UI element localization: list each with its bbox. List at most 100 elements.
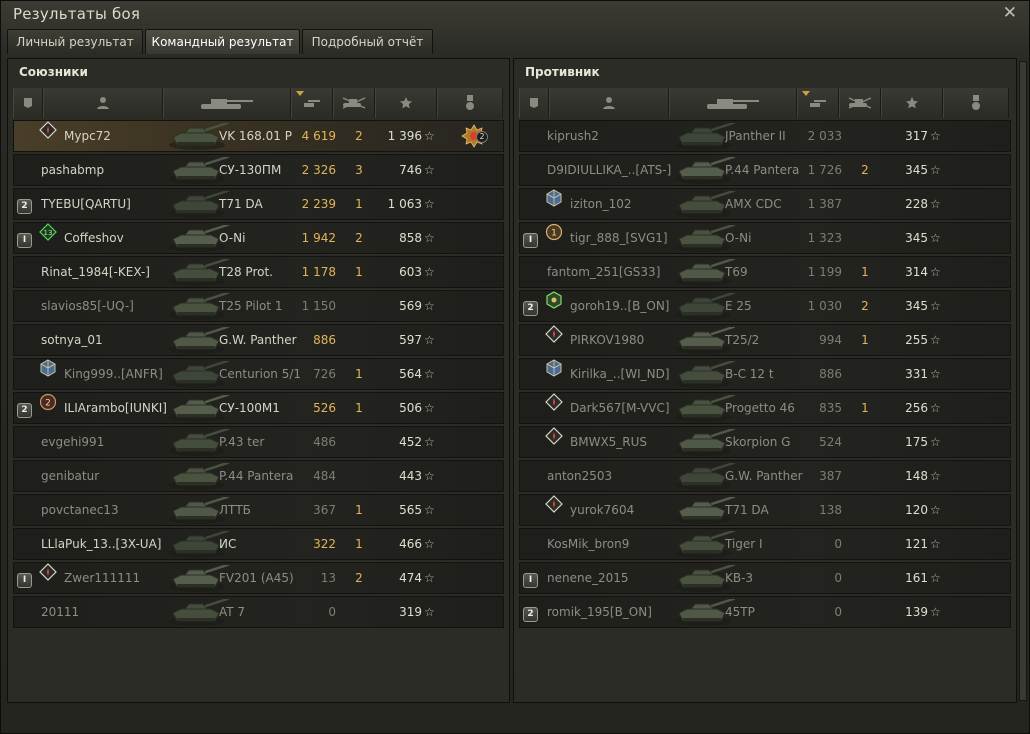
table-row[interactable]: D9IDIULLIKA_..[ATS-] P.44 Pantera 1 726 2 34… (519, 154, 1011, 186)
kills-value (850, 461, 880, 491)
table-row[interactable]: pashabmp СУ-130ПМ 2 326 3 746 ☆ (13, 154, 504, 186)
table-row[interactable]: anton2503 G.W. Panther 387 148 ☆ (519, 460, 1011, 492)
scrollbar[interactable] (1017, 59, 1027, 701)
kills-value: 1 (355, 503, 363, 517)
kills-value: 1 (861, 265, 869, 279)
allies-col-damage-icon[interactable] (291, 88, 333, 118)
close-icon[interactable]: ✕ (1003, 3, 1017, 23)
kills-value (344, 427, 374, 457)
allies-col-rank-icon[interactable] (13, 88, 43, 118)
player-name: Dark567[M-VVC] (570, 401, 670, 415)
table-row[interactable]: PIRKOV1980 T25/2 994 1 255 ☆ (519, 324, 1011, 356)
star-icon: ☆ (424, 401, 435, 415)
table-row[interactable]: I Zwer111111 FV201 (A45) 13 2 474 ☆ (13, 562, 504, 594)
player-icon (96, 96, 110, 110)
allies-col-player-icon[interactable] (43, 88, 163, 118)
table-row[interactable]: I 1 tigr_888_[SVG1] O-Ni 1 323 345 ☆ (519, 222, 1011, 254)
rank-badge-cell (17, 291, 35, 321)
enemies-col-player-icon[interactable] (549, 88, 669, 118)
kills-value: 2 (355, 231, 363, 245)
kills-value: 2 (861, 163, 869, 177)
enemies-col-rank-icon[interactable] (519, 88, 549, 118)
damage-value: 994 (819, 333, 842, 347)
table-row[interactable]: kiprush2 JPanther II 2 033 317 ☆ (519, 120, 1011, 152)
enemies-col-kills-icon[interactable] (839, 88, 881, 118)
round1-icon: 1 (545, 223, 567, 253)
table-row[interactable]: 20111 AT 7 0 319 ☆ (13, 596, 504, 628)
table-row[interactable]: Мурс72 VK 168.01 P4 619 2 1 396 ☆ 2 (13, 120, 504, 152)
table-row[interactable]: sotnya_01 G.W. Panther 886 597 ☆ (13, 324, 504, 356)
kills-value: 1 (355, 197, 363, 211)
star-icon: ☆ (930, 299, 941, 313)
medal-icon[interactable]: 2 (461, 121, 491, 151)
table-row[interactable]: KosMik_bron9 Tiger I 0 121 ☆ (519, 528, 1011, 560)
table-row[interactable]: 2 TYEBU[QARTU] T71 DA 2 239 1 1 063 ☆ (13, 188, 504, 220)
scrollbar-thumb[interactable] (1019, 61, 1027, 701)
table-row[interactable]: BMWX5_RUS Skorpion G 524 175 ☆ (519, 426, 1011, 458)
star-icon: ☆ (930, 401, 941, 415)
allies-col-kills-icon[interactable] (333, 88, 375, 118)
damage-value: 1 942 (301, 231, 336, 245)
table-row[interactable]: Dark567[M-VVC] Progetto 46 835 1 256 ☆ (519, 392, 1011, 424)
table-row[interactable]: LLlaPuk_13..[3X-UA] ИС 322 1 466 ☆ (13, 528, 504, 560)
xp-value: 466 (399, 537, 422, 551)
enemies-col-tank-icon[interactable] (669, 88, 797, 118)
table-row[interactable]: 2 goroh19..[B_ON] E 25 1 030 2 345 ☆ (519, 290, 1011, 322)
table-row[interactable]: genibatur P.44 Pantera 484 443 ☆ (13, 460, 504, 492)
star-icon: ☆ (424, 435, 435, 449)
damage-value: 2 239 (301, 197, 336, 211)
player-name: povctanec13 (41, 503, 119, 517)
table-row[interactable]: evgehi991 P.43 ter 486 452 ☆ (13, 426, 504, 458)
rank-badge-cell: I (17, 223, 35, 253)
platoon-badge: 2 (523, 607, 538, 622)
kills-icon (847, 97, 873, 109)
platoon-badge: I (523, 233, 538, 248)
table-row[interactable]: yurok7604 T71 DA 138 120 ☆ (519, 494, 1011, 526)
rank-badge-cell (523, 189, 541, 219)
player-name: sotnya_01 (41, 333, 103, 347)
table-row[interactable]: Rinat_1984[-KEX-] T28 Prot. 1 178 1 603 ☆ (13, 256, 504, 288)
tab-team-result[interactable]: Командный результат (145, 29, 300, 54)
table-row[interactable]: King999..[ANFR] Centurion 5/1 726 1 564 ☆ (13, 358, 504, 390)
player-name: pashabmp (41, 163, 105, 177)
rank-badge-cell (17, 325, 35, 355)
enemies-col-medal-icon[interactable] (943, 88, 1009, 118)
table-row[interactable]: povctanec13 ЛТТБ 367 1 565 ☆ (13, 494, 504, 526)
xp-value: 120 (905, 503, 928, 517)
rank-badge-cell (17, 427, 35, 457)
tank-icon (199, 96, 255, 110)
xp-value: 139 (905, 605, 928, 619)
damage-value: 1 178 (301, 265, 336, 279)
enemies-col-xp-star-icon[interactable] (881, 88, 943, 118)
star-icon: ☆ (930, 231, 941, 245)
allies-col-medal-icon[interactable] (437, 88, 503, 118)
table-row[interactable]: iziton_102 AMX CDC 1 387 228 ☆ (519, 188, 1011, 220)
xp-value: 443 (399, 469, 422, 483)
table-row[interactable]: slavios85[-UQ-] T25 Pilot 11 150 569 ☆ (13, 290, 504, 322)
rank-badge-cell (523, 393, 541, 423)
player-name: KosMik_bron9 (547, 537, 630, 551)
player-name: romik_195[B_ON] (547, 605, 652, 619)
kills-value (344, 325, 374, 355)
damage-value: 1 726 (807, 163, 842, 177)
table-row[interactable]: Inenene_2015 KB-3 0 161 ☆ (519, 562, 1011, 594)
table-row[interactable]: fantom_251[GS33] T69 1 199 1 314 ☆ (519, 256, 1011, 288)
table-row[interactable]: 2 2 ILIArambo[IUNKI] СУ-100М1 526 1 506 ☆ (13, 392, 504, 424)
table-row[interactable]: I 13 Coffeshov O-Ni 1 942 2 858 ☆ (13, 222, 504, 254)
medal-icon (971, 95, 981, 111)
allies-col-xp-star-icon[interactable] (375, 88, 437, 118)
tab-detailed-report[interactable]: Подробный отчёт (302, 29, 433, 54)
enemies-col-damage-icon[interactable] (797, 88, 839, 118)
tab-personal-result[interactable]: Личный результат (7, 29, 143, 54)
platoon-badge: I (17, 573, 32, 588)
player-name: TYEBU[QARTU] (41, 197, 131, 211)
damage-icon (808, 97, 828, 109)
svg-text:1: 1 (551, 229, 557, 239)
kills-value: 2 (861, 299, 869, 313)
table-row[interactable]: 2 romik_195[B_ON] 45TP 0 139 ☆ (519, 596, 1011, 628)
allies-col-tank-icon[interactable] (163, 88, 291, 118)
star-icon: ☆ (424, 469, 435, 483)
xp-value: 255 (905, 333, 928, 347)
diamond-icon (545, 427, 567, 457)
table-row[interactable]: Kirilka_..[WI_ND] B-C 12 t 886 331 ☆ (519, 358, 1011, 390)
